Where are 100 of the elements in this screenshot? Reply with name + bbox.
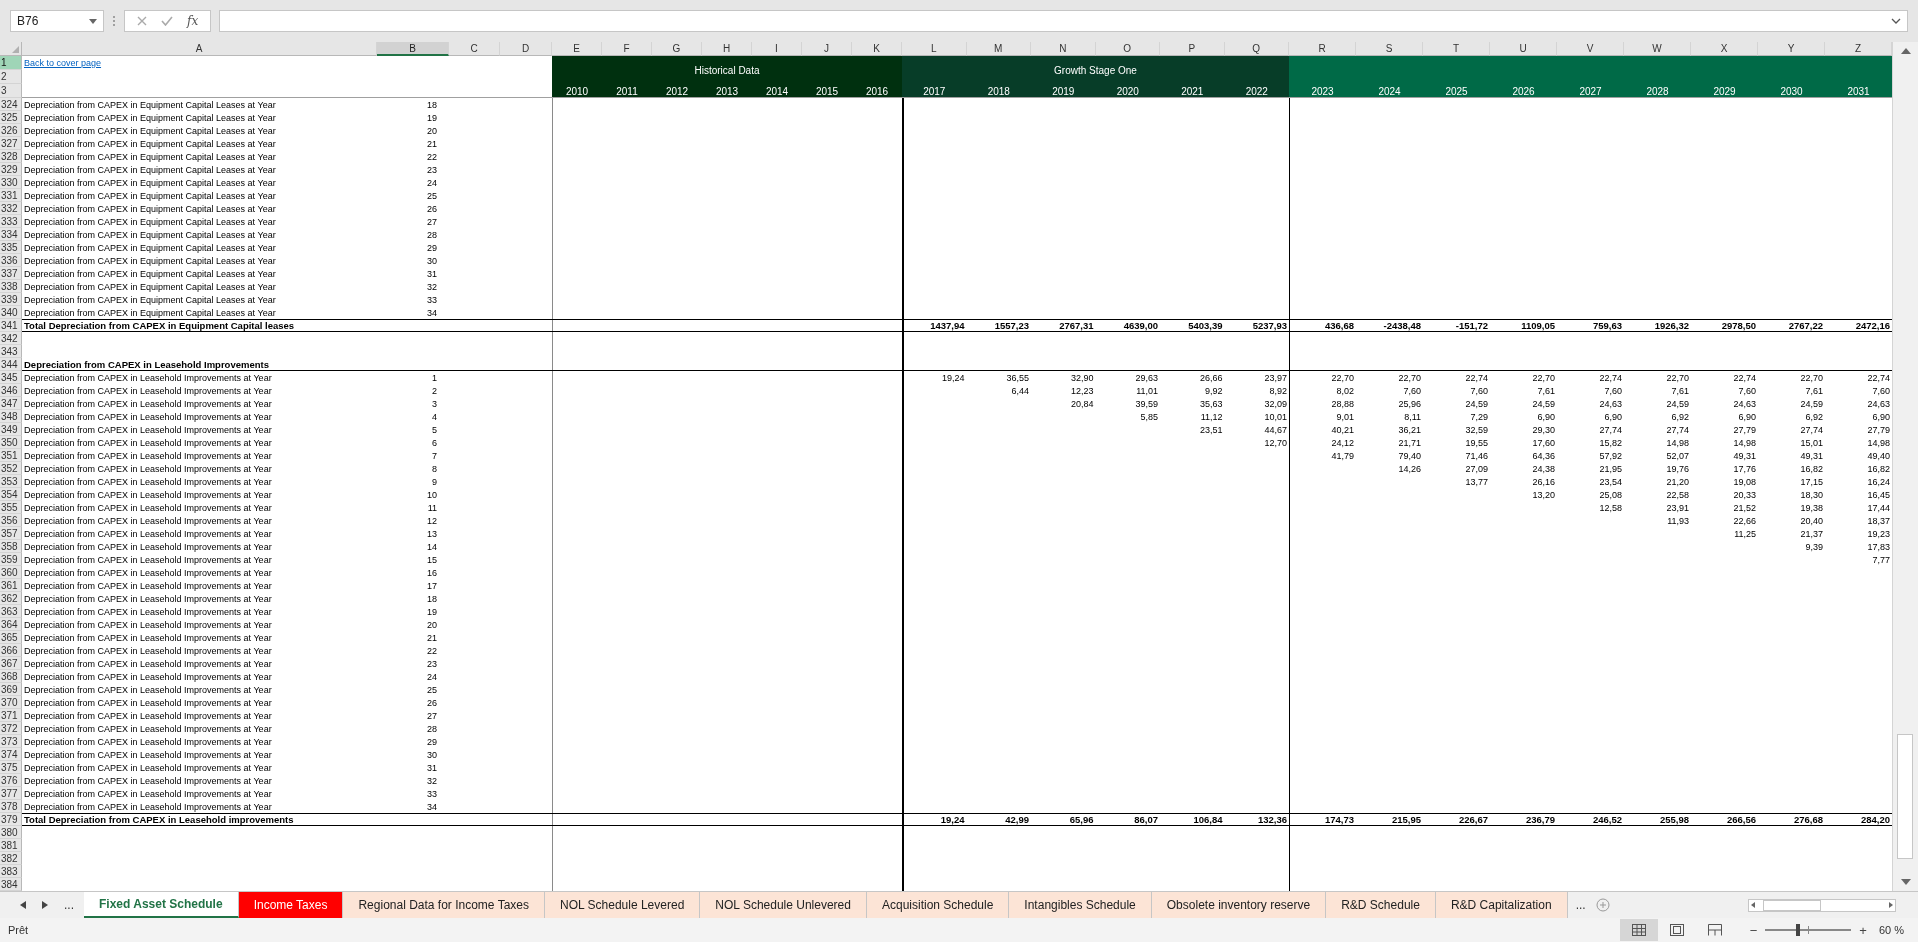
scroll-left-icon[interactable] — [1749, 901, 1757, 909]
vertical-scrollbar[interactable] — [1892, 42, 1918, 891]
row-header[interactable]: 355 — [0, 501, 22, 514]
row-header[interactable]: 325 — [0, 111, 22, 124]
row-header[interactable]: 324 — [0, 98, 22, 111]
column-header[interactable]: G — [652, 42, 702, 56]
page-break-icon[interactable] — [1707, 924, 1722, 936]
row-header[interactable]: 365 — [0, 631, 22, 644]
column-header[interactable]: O — [1095, 42, 1160, 56]
row-header[interactable]: 361 — [0, 579, 22, 592]
slider-thumb[interactable] — [1796, 924, 1800, 936]
row-header[interactable]: 374 — [0, 748, 22, 761]
zoom-slider[interactable] — [1765, 924, 1852, 936]
sheet-tab[interactable]: NOL Schedule Levered — [545, 892, 701, 918]
scroll-right-icon[interactable] — [42, 901, 48, 909]
row-header[interactable]: 351 — [0, 449, 22, 462]
cover-page-link[interactable]: Back to cover page — [24, 58, 102, 68]
row-header[interactable]: 357 — [0, 527, 22, 540]
row-header[interactable]: 379 — [0, 813, 22, 826]
chevron-down-icon[interactable] — [1891, 18, 1901, 24]
row-header[interactable]: 348 — [0, 410, 22, 423]
row-header[interactable]: 343 — [0, 345, 22, 358]
row-header[interactable]: 336 — [0, 254, 22, 267]
row-header[interactable]: 356 — [0, 514, 22, 527]
row-header[interactable]: 383 — [0, 865, 22, 878]
row-header[interactable]: 347 — [0, 397, 22, 410]
row-header[interactable]: 338 — [0, 280, 22, 293]
sheet-tab[interactable]: Regional Data for Income Taxes — [343, 892, 545, 918]
sheet-tab[interactable]: Fixed Asset Schedule — [84, 892, 239, 918]
scrollbar-thumb[interactable] — [1897, 734, 1913, 859]
row-header[interactable]: 378 — [0, 800, 22, 813]
scrollbar-thumb[interactable] — [1763, 899, 1821, 911]
insert-function-button[interactable]: fx — [187, 14, 199, 28]
row-header[interactable]: 332 — [0, 202, 22, 215]
check-icon[interactable] — [161, 16, 173, 26]
row-header[interactable]: 370 — [0, 696, 22, 709]
row-header[interactable]: 344 — [0, 358, 22, 371]
row-header[interactable]: 337 — [0, 267, 22, 280]
row-header[interactable]: 329 — [0, 163, 22, 176]
column-header[interactable]: S — [1356, 42, 1423, 56]
grid-icon[interactable] — [1631, 924, 1646, 936]
scroll-right-icon[interactable] — [1887, 901, 1895, 909]
row-header[interactable]: 1 — [0, 56, 22, 70]
sheet-tab[interactable]: R&D Schedule — [1326, 892, 1436, 918]
column-header[interactable]: N — [1031, 42, 1096, 56]
column-header[interactable]: I — [752, 42, 802, 56]
row-header[interactable]: 353 — [0, 475, 22, 488]
page-icon[interactable] — [1669, 924, 1684, 936]
column-header[interactable]: W — [1624, 42, 1691, 56]
column-header[interactable]: E — [552, 42, 602, 56]
row-header[interactable]: 360 — [0, 566, 22, 579]
row-header[interactable]: 327 — [0, 137, 22, 150]
column-header[interactable]: K — [852, 42, 902, 56]
row-header[interactable]: 2 — [0, 70, 22, 84]
row-header[interactable]: 333 — [0, 215, 22, 228]
row-header[interactable]: 340 — [0, 306, 22, 319]
column-header[interactable]: P — [1160, 42, 1225, 56]
sheet-tab[interactable]: Income Taxes — [238, 892, 344, 918]
row-header[interactable]: 372 — [0, 722, 22, 735]
row-header[interactable]: 339 — [0, 293, 22, 306]
row-header[interactable]: 375 — [0, 761, 22, 774]
sheet-tab[interactable]: Acquisition Schedule — [866, 892, 1010, 918]
row-header[interactable]: 366 — [0, 644, 22, 657]
column-header[interactable]: M — [966, 42, 1031, 56]
row-header[interactable]: 3 — [0, 84, 22, 98]
scroll-left-icon[interactable] — [20, 901, 26, 909]
row-header[interactable]: 334 — [0, 228, 22, 241]
row-header[interactable]: 382 — [0, 852, 22, 865]
row-header[interactable]: 380 — [0, 826, 22, 839]
row-header[interactable]: 330 — [0, 176, 22, 189]
row-header[interactable]: 354 — [0, 488, 22, 501]
caret-icon[interactable] — [89, 18, 97, 24]
row-header[interactable]: 358 — [0, 540, 22, 553]
row-header[interactable]: 363 — [0, 605, 22, 618]
column-header[interactable]: H — [702, 42, 752, 56]
sheet-tab[interactable]: R&D Capitalization — [1435, 892, 1568, 918]
column-header[interactable]: U — [1490, 42, 1557, 56]
row-header[interactable]: 342 — [0, 332, 22, 345]
column-header[interactable]: B — [377, 42, 449, 56]
row-header[interactable]: 349 — [0, 423, 22, 436]
row-header[interactable]: 367 — [0, 657, 22, 670]
name-box[interactable]: B76 — [10, 10, 104, 32]
column-header[interactable]: F — [602, 42, 652, 56]
zoom-in-button[interactable]: + — [1855, 922, 1871, 938]
column-header[interactable]: Q — [1224, 42, 1289, 56]
row-header[interactable]: 326 — [0, 124, 22, 137]
column-header[interactable]: D — [500, 42, 552, 56]
row-header[interactable]: 359 — [0, 553, 22, 566]
more-tabs-right[interactable]: ... — [1575, 898, 1586, 912]
sheet-tab[interactable]: Obsolete inventory reserve — [1151, 892, 1327, 918]
row-header[interactable]: 368 — [0, 670, 22, 683]
column-header[interactable]: L — [902, 42, 967, 56]
row-header[interactable]: 331 — [0, 189, 22, 202]
row-header[interactable]: 373 — [0, 735, 22, 748]
row-header[interactable]: 371 — [0, 709, 22, 722]
row-header[interactable]: 352 — [0, 462, 22, 475]
more-tabs-left[interactable]: ... — [64, 898, 74, 912]
row-header[interactable]: 381 — [0, 839, 22, 852]
zoom-out-button[interactable]: − — [1745, 922, 1762, 938]
column-header[interactable]: X — [1691, 42, 1758, 56]
